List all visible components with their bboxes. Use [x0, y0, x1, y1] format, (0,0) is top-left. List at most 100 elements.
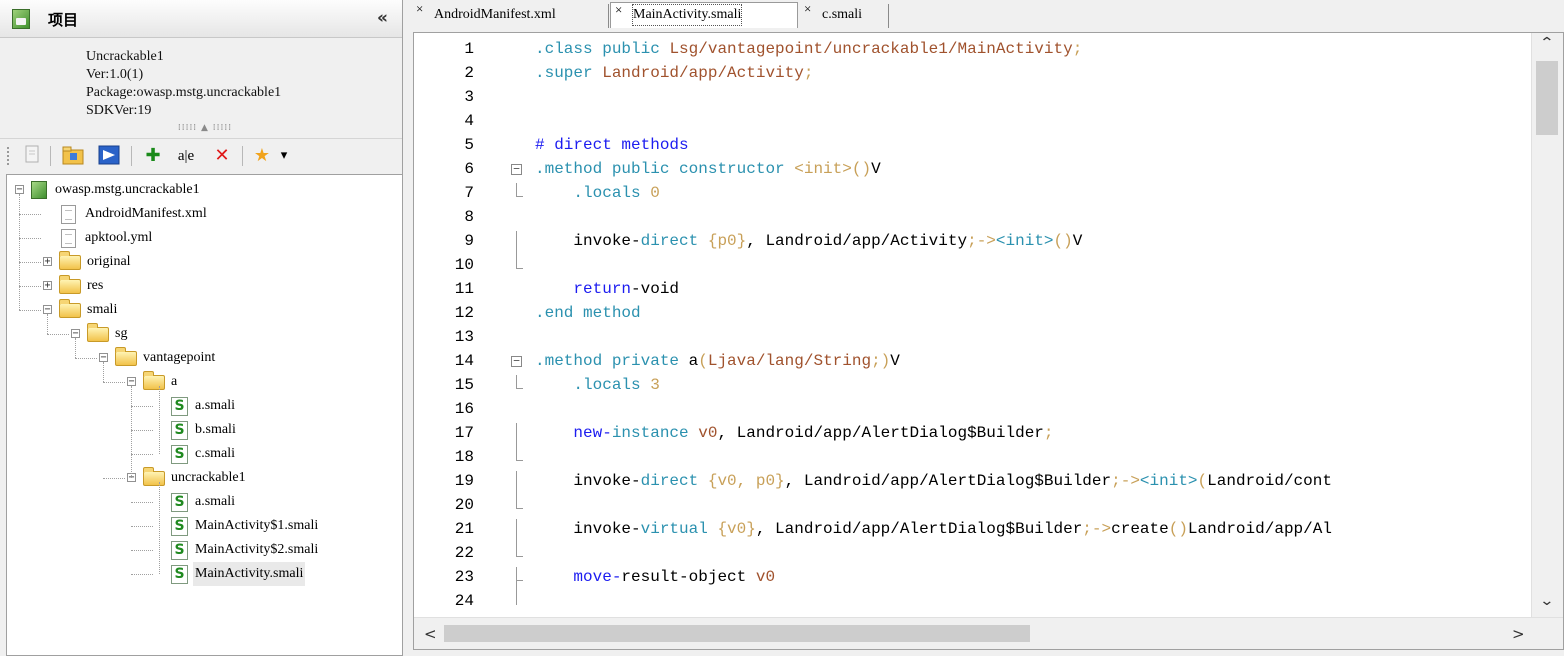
close-icon[interactable]: ×	[804, 0, 811, 22]
collapse-icon[interactable]: −	[71, 329, 80, 339]
code-editor[interactable]: 1 2 3 4 5 6 7 8 9 10 11 12 13 14 15 16 17 18 19 20 21 22 23 24−…	[413, 32, 1564, 650]
tab-label: AndroidManifest.xml	[434, 7, 556, 22]
line-number: 6	[464, 160, 474, 178]
horizontal-scrollbar[interactable]: < >	[414, 617, 1563, 649]
line-number: 17	[454, 424, 474, 442]
tree-item[interactable]: S MainActivity$2.smali	[7, 538, 397, 562]
code-token: ()	[851, 160, 872, 178]
open-folder-icon[interactable]	[61, 144, 85, 168]
code-line[interactable]: .locals 3	[535, 373, 660, 397]
tree-item-label: c.smali	[195, 446, 236, 461]
scroll-right-icon[interactable]: >	[1512, 625, 1525, 643]
expand-icon[interactable]: +	[43, 281, 52, 291]
code-line[interactable]: move-result-object v0	[535, 565, 775, 589]
fold-toggle-icon[interactable]: −	[511, 355, 522, 367]
code-line[interactable]: .locals 0	[535, 181, 659, 205]
code-line[interactable]: .class public Lsg/vantagepoint/uncrackab…	[535, 37, 1082, 61]
tree-item[interactable]: − a	[7, 370, 397, 394]
tree-item[interactable]: S MainActivity.smali	[7, 562, 397, 586]
tab-androidmanifest[interactable]: × AndroidManifest.xml	[412, 0, 606, 28]
collapse-icon[interactable]: −	[15, 185, 24, 195]
fold-guide	[516, 375, 517, 389]
vertical-scrollbar[interactable]: ⌃ ⌄	[1531, 33, 1563, 617]
code-line[interactable]: return-void	[535, 277, 679, 301]
close-icon[interactable]: ×	[416, 0, 423, 22]
code-token: V	[1072, 232, 1083, 250]
collapse-panel-button[interactable]: «	[377, 8, 388, 28]
close-icon[interactable]: ×	[615, 0, 622, 23]
code-token: , Landroid/app/AlertDialog$Builder	[784, 472, 1112, 490]
tree-item[interactable]: − uncrackable1	[7, 466, 397, 490]
line-number: 2	[464, 64, 474, 82]
fold-toggle-icon[interactable]: −	[511, 163, 522, 175]
code-line[interactable]: .super Landroid/app/Activity;	[535, 61, 813, 85]
code-token: 3	[650, 376, 660, 394]
collapse-icon[interactable]: −	[43, 305, 52, 315]
code-line[interactable]: .end method	[535, 301, 641, 325]
tree-item[interactable]: − smali	[7, 298, 397, 322]
tree-item[interactable]: + original	[7, 250, 397, 274]
tree-item-label: original	[87, 254, 131, 269]
line-number: 10	[454, 256, 474, 274]
scroll-left-icon[interactable]: <	[424, 625, 437, 643]
code-token: instance	[611, 424, 699, 442]
line-number: 7	[464, 184, 474, 202]
code-line[interactable]: new-instance v0, Landroid/app/AlertDialo…	[535, 421, 1053, 445]
tree-item[interactable]: S MainActivity$1.smali	[7, 514, 397, 538]
favorite-icon[interactable]: ★	[250, 144, 274, 168]
tree-item[interactable]: − owasp.mstg.uncrackable1	[7, 178, 397, 202]
code-line[interactable]: # direct methods	[535, 133, 689, 157]
fold-guide	[516, 231, 517, 269]
toolbar-separator	[50, 146, 51, 166]
collapse-icon[interactable]: −	[127, 377, 136, 387]
toolbar-grip[interactable]	[7, 147, 11, 165]
tree-item[interactable]: + res	[7, 274, 397, 298]
code-token: V	[871, 160, 881, 178]
code-token: Landroid/app/Al	[1187, 520, 1332, 538]
code-line[interactable]: .method private a(Ljava/lang/String;)V	[535, 349, 900, 373]
chevron-down-icon[interactable]: ▾	[277, 144, 291, 168]
line-number: 9	[464, 232, 474, 250]
code-token: method	[583, 304, 641, 322]
tab-c-smali[interactable]: × c.smali	[800, 0, 888, 28]
collapse-icon[interactable]: −	[99, 353, 108, 363]
code-line[interactable]: invoke-direct {v0, p0}, Landroid/app/Ale…	[535, 469, 1332, 493]
tree-item-label: MainActivity$1.smali	[195, 518, 319, 533]
line-number: 3	[464, 88, 474, 106]
fold-end-marker	[516, 580, 523, 581]
scroll-down-icon[interactable]: ⌄	[1539, 593, 1554, 609]
tree-item[interactable]: Sa.smali	[7, 394, 397, 418]
fold-end-marker	[516, 508, 523, 509]
tab-mainactivity-smali[interactable]: × MainActivity.smali	[610, 2, 798, 28]
code-token: create	[1111, 520, 1169, 538]
info-splitter-handle[interactable]: ⁞⁞⁞⁞⁞ ▲ ⁞⁞⁞⁞⁞	[150, 123, 260, 133]
horizontal-scroll-thumb[interactable]	[444, 625, 1030, 642]
smali-file-icon: S	[171, 421, 188, 440]
code-token: ;	[803, 64, 814, 82]
tree-item[interactable]: Sc.smali	[7, 442, 397, 466]
scroll-up-icon[interactable]: ⌃	[1539, 35, 1554, 51]
rename-icon[interactable]: a|e	[174, 144, 198, 168]
tree-item[interactable]: Sb.smali	[7, 418, 397, 442]
screen-icon[interactable]	[97, 144, 121, 168]
tree-item[interactable]: − vantagepoint	[7, 346, 397, 370]
code-token: direct	[640, 232, 708, 250]
code-line[interactable]: .method public constructor <init>()V	[535, 157, 881, 181]
code-token: return	[535, 280, 632, 298]
vertical-scroll-thumb[interactable]	[1536, 61, 1558, 135]
new-file-icon[interactable]	[20, 144, 44, 168]
code-line[interactable]: invoke-virtual {v0}, Landroid/app/AlertD…	[535, 517, 1332, 541]
fold-guide	[516, 423, 517, 461]
expand-icon[interactable]: +	[43, 257, 52, 267]
code-line[interactable]: invoke-direct {p0}, Landroid/app/Activit…	[535, 229, 1082, 253]
tree-item[interactable]: apktool.yml	[7, 226, 397, 250]
code-token: .super	[535, 64, 603, 82]
code-token: .end	[535, 304, 584, 322]
tree-item[interactable]: − sg	[7, 322, 397, 346]
add-icon[interactable]: ✚	[141, 144, 165, 168]
line-number: 16	[454, 400, 474, 418]
delete-icon[interactable]: ✕	[210, 144, 234, 168]
tree-item[interactable]: Sa.smali	[7, 490, 397, 514]
code-token: virtual	[640, 520, 718, 538]
tree-item[interactable]: AndroidManifest.xml	[7, 202, 397, 226]
